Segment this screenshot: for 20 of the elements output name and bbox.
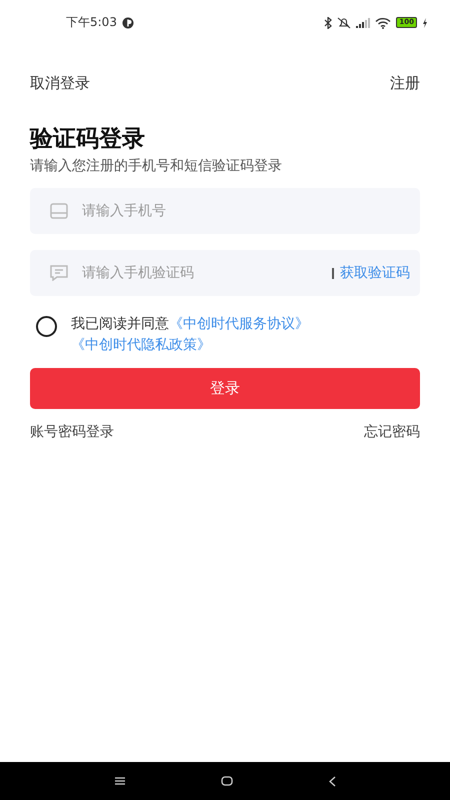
status-icon (122, 16, 134, 28)
forgot-password-link[interactable]: 忘记密码 (364, 423, 420, 441)
agreement-text: 我已阅读并同意《中创时代服务协议》 《中创时代隐私政策》 (71, 315, 310, 355)
login-button[interactable]: 登录 (30, 368, 420, 409)
register-button[interactable]: 注册 (390, 74, 420, 93)
bluetooth-icon (324, 16, 332, 28)
muted-bell-icon (337, 16, 352, 28)
page-subtitle: 请输入您注册的手机号和短信验证码登录 (30, 157, 283, 176)
password-login-link[interactable]: 账号密码登录 (30, 423, 114, 441)
home-icon (220, 776, 232, 786)
charging-icon (422, 18, 428, 28)
page-title: 验证码登录 (30, 125, 146, 154)
agree-checkbox[interactable] (36, 316, 57, 337)
wifi-icon (375, 16, 392, 28)
back-icon (328, 776, 336, 786)
cancel-login-button[interactable]: 取消登录 (30, 74, 90, 93)
phone-input-field[interactable]: 请输入手机号 (30, 188, 420, 234)
menu-icon (114, 777, 124, 785)
signal-icon (356, 18, 370, 28)
status-time: 下午5:03 (66, 14, 117, 31)
